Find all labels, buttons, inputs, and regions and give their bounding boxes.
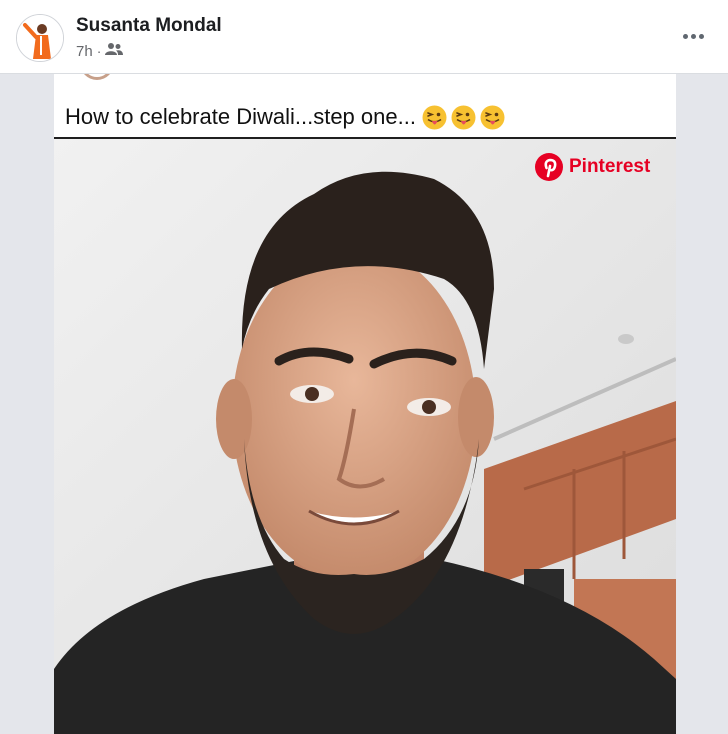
watermark-text: Pinterest (569, 156, 651, 177)
post-header: Susanta Mondal 7h · (0, 0, 728, 74)
photo: Pinterest (54, 139, 676, 734)
author-avatar[interactable] (16, 14, 64, 62)
tongue-out-emoji (422, 105, 447, 130)
pinterest-icon (535, 153, 563, 181)
pinterest-watermark: Pinterest (534, 152, 650, 182)
more-options-icon[interactable] (680, 24, 706, 48)
friends-icon[interactable] (105, 42, 124, 60)
cropped-avatar (80, 74, 114, 80)
meta-separator: · (96, 43, 102, 59)
author-name[interactable]: Susanta Mondal (76, 15, 222, 37)
image-caption: How to celebrate Diwali...step one... (65, 100, 676, 134)
tongue-out-emoji (451, 105, 476, 130)
post-time[interactable]: 7h (76, 43, 93, 60)
tongue-out-emoji (480, 105, 505, 130)
caption-text: How to celebrate Diwali...step one... (65, 104, 416, 129)
post-meta: 7h · (76, 41, 124, 61)
shared-image[interactable]: How to celebrate Diwali...step one... Pi… (54, 74, 676, 734)
